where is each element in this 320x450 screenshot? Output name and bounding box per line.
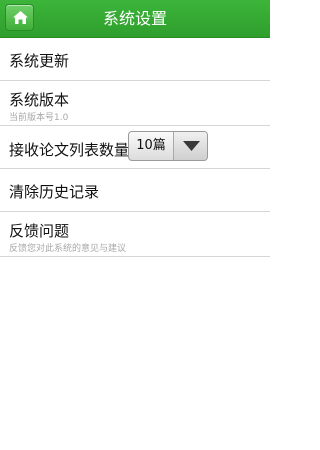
setting-label: 接收论文列表数量 <box>9 141 130 159</box>
settings-list: 系统更新 系统版本 当前版本号1.0 接收论文列表数量 10篇 清除历史记录 反… <box>0 38 270 257</box>
page-title: 系统设置 <box>102 9 167 28</box>
triangle-down-icon <box>183 141 200 151</box>
setting-system-update[interactable]: 系统更新 <box>0 38 270 81</box>
setting-subtitle: 反馈您对此系统的意见与建议 <box>9 244 127 254</box>
title-bar: 系统设置 <box>0 0 270 38</box>
setting-label: 系统版本 <box>9 91 70 109</box>
select-value: 10篇 <box>136 138 166 153</box>
setting-system-version[interactable]: 系统版本 当前版本号1.0 <box>0 81 270 126</box>
setting-paper-list-count: 接收论文列表数量 10篇 <box>0 126 270 169</box>
setting-label: 清除历史记录 <box>9 183 100 201</box>
paper-count-select[interactable]: 10篇 <box>128 131 208 161</box>
setting-subtitle: 当前版本号1.0 <box>9 113 69 123</box>
select-arrow-button[interactable] <box>173 132 207 160</box>
setting-label: 反馈问题 <box>9 222 70 240</box>
setting-clear-history[interactable]: 清除历史记录 <box>0 169 270 212</box>
setting-feedback[interactable]: 反馈问题 反馈您对此系统的意见与建议 <box>0 212 270 257</box>
setting-label: 系统更新 <box>9 52 70 70</box>
